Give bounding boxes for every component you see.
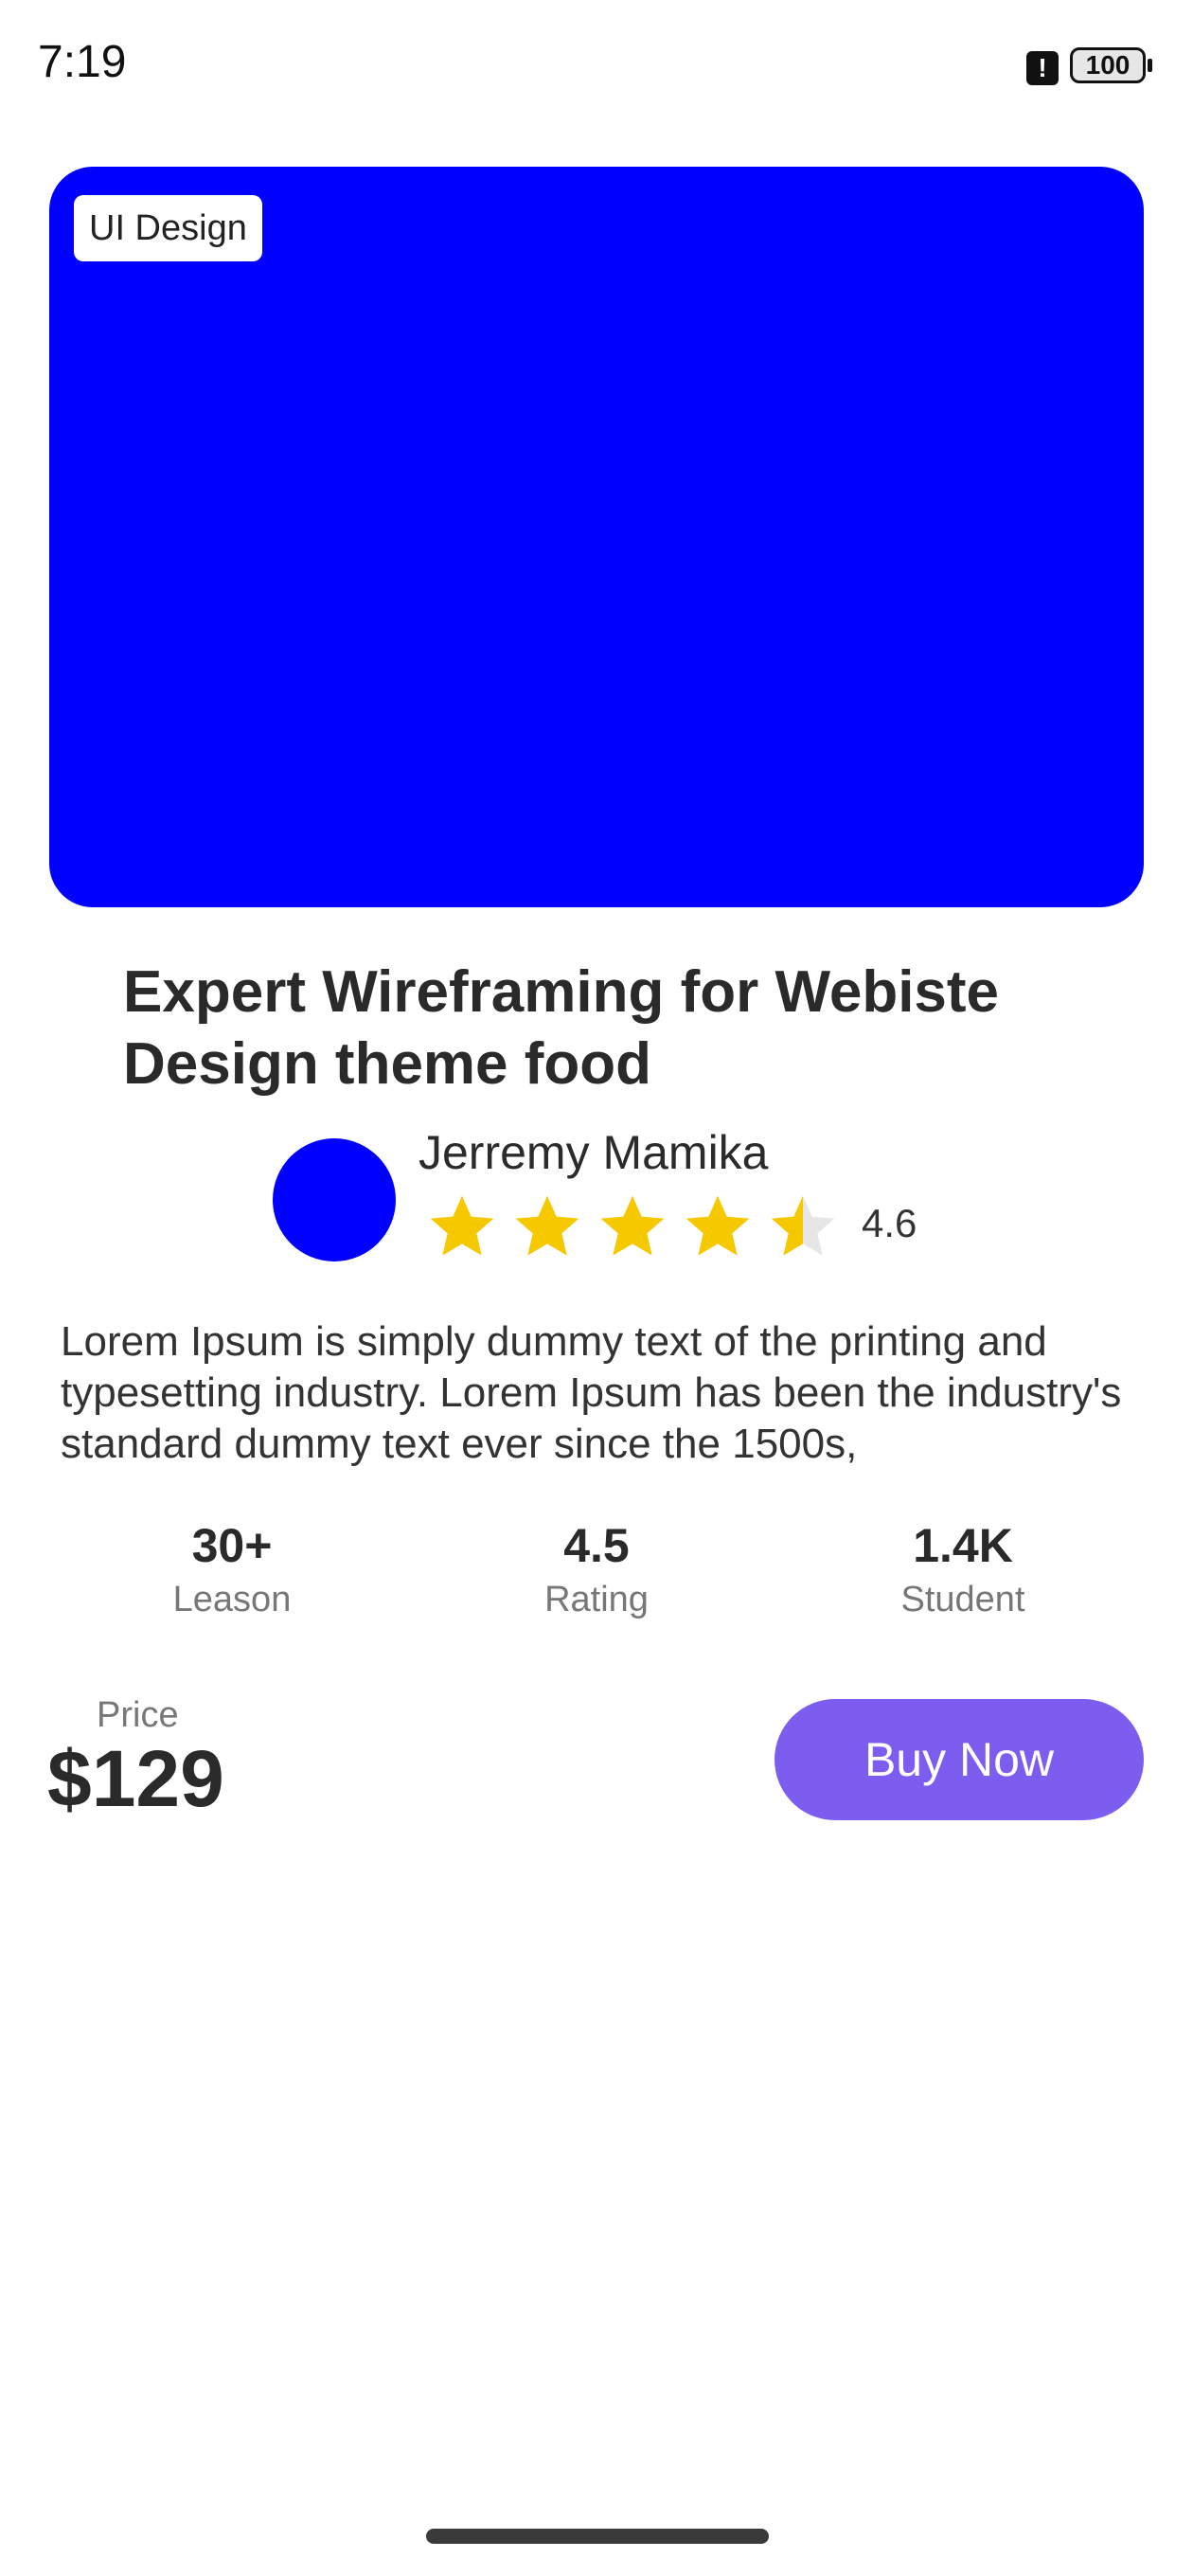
star-icon bbox=[515, 1195, 579, 1256]
star-icon bbox=[600, 1195, 665, 1256]
stat-label: Student bbox=[900, 1580, 1025, 1619]
alert-icon: ! bbox=[1026, 51, 1059, 85]
star-icon bbox=[686, 1195, 750, 1256]
status-time: 7:19 bbox=[38, 37, 127, 87]
stat-value: 1.4K bbox=[913, 1519, 1013, 1572]
status-bar: 7:19 ! 100 bbox=[0, 0, 1193, 133]
half-star-icon bbox=[771, 1195, 835, 1256]
battery-level: 100 bbox=[1085, 50, 1131, 80]
stat-students: 1.4K Student bbox=[840, 1515, 1086, 1623]
buy-now-button[interactable]: Buy Now bbox=[775, 1699, 1144, 1820]
stat-rating: 4.5 Rating bbox=[473, 1515, 720, 1623]
battery-tip bbox=[1148, 59, 1152, 72]
stat-lessons: 30+ Leason bbox=[109, 1515, 355, 1623]
author-name[interactable]: Jerremy Mamika bbox=[418, 1125, 768, 1180]
course-description: Lorem Ipsum is simply dummy text of the … bbox=[61, 1318, 1122, 1467]
stat-label: Rating bbox=[544, 1580, 649, 1619]
course-title: Expert Wireframing for Webiste Design th… bbox=[123, 959, 1000, 1097]
category-tag[interactable]: UI Design bbox=[74, 195, 262, 261]
price-label: Price bbox=[97, 1695, 179, 1735]
stat-label: Leason bbox=[172, 1580, 292, 1619]
stat-value: 4.5 bbox=[563, 1519, 630, 1572]
battery-icon: 100 bbox=[1070, 47, 1146, 83]
author-avatar[interactable] bbox=[273, 1138, 396, 1261]
author-rating: 4.6 bbox=[862, 1201, 917, 1245]
price-value: $129 bbox=[47, 1734, 224, 1823]
star-icon bbox=[430, 1195, 494, 1256]
course-hero-image: UI Design bbox=[49, 167, 1144, 907]
stat-value: 30+ bbox=[191, 1519, 273, 1572]
home-indicator[interactable] bbox=[426, 2529, 769, 2544]
